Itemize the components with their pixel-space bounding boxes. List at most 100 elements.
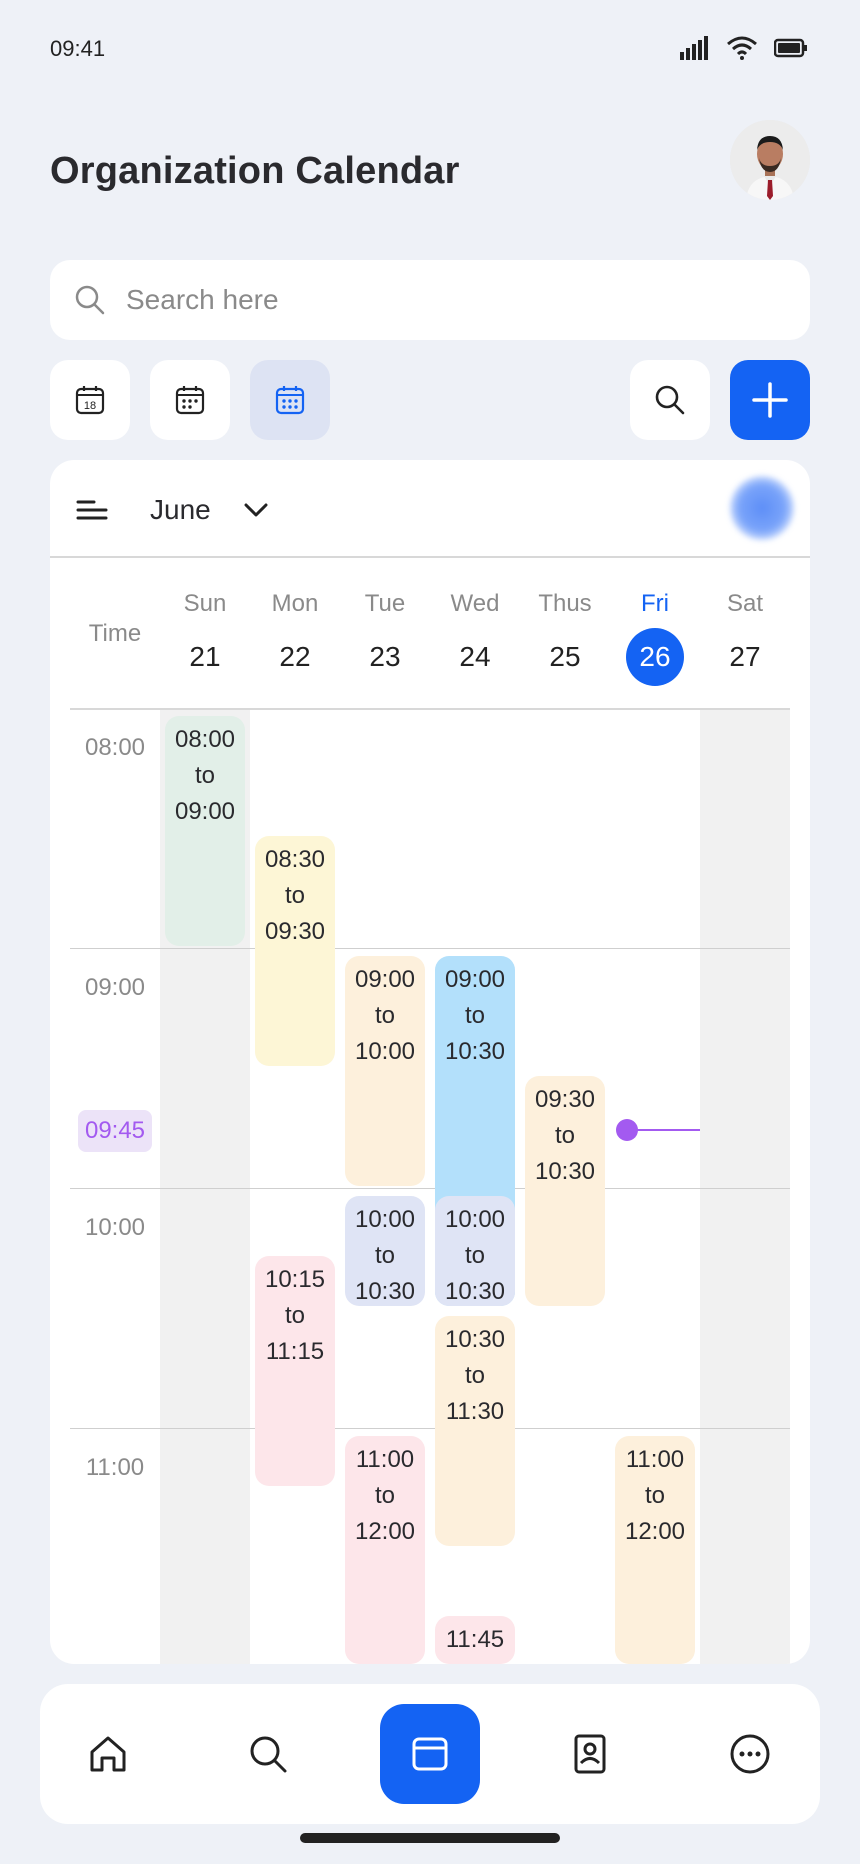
bottom-navigation	[40, 1684, 820, 1824]
event-end-time: 09:30	[264, 918, 326, 945]
day-number: 24	[459, 641, 491, 672]
time-column-header: Time	[88, 620, 142, 647]
event-to-label: to	[194, 762, 215, 789]
event-block[interactable]: 11:00 to 12:00	[615, 1436, 695, 1664]
find-event-button[interactable]	[630, 360, 710, 440]
hour-label: 08:00	[84, 734, 146, 761]
calendar-day-icon: 18	[75, 386, 105, 415]
current-time-label: 09:45	[78, 1110, 152, 1152]
avatar[interactable]	[730, 120, 810, 200]
calendar-header: June	[50, 460, 810, 558]
event-start-time: 11:00	[355, 1446, 415, 1473]
event-block[interactable]: 11:45	[435, 1616, 515, 1664]
day-name: Tue	[364, 590, 406, 617]
day-header-mon[interactable]: Mon 22	[250, 590, 340, 686]
nav-contacts[interactable]	[540, 1704, 640, 1804]
event-to-label: to	[464, 1242, 485, 1269]
day-name: Thus	[538, 590, 592, 617]
event-block[interactable]: 10:00 to 10:30	[435, 1196, 515, 1306]
battery-icon	[774, 38, 807, 58]
event-to-label: to	[374, 1482, 395, 1509]
hour-line	[70, 1188, 790, 1189]
day-header-fri[interactable]: Fri 26	[610, 590, 700, 686]
search-input[interactable]	[126, 284, 726, 316]
hour-label: 11:00	[85, 1454, 145, 1481]
hour-label: 10:00	[84, 1214, 146, 1241]
hour-label: 09:00	[84, 974, 146, 1001]
day-header-wed[interactable]: Wed 24	[430, 590, 520, 686]
day-name: Mon	[271, 590, 319, 617]
day-header-tue[interactable]: Tue 23	[340, 590, 430, 686]
nav-home[interactable]	[58, 1704, 158, 1804]
event-end-time: 10:30	[444, 1038, 506, 1065]
weekend-column-shade	[700, 710, 790, 1664]
plus-icon	[752, 382, 788, 418]
event-start-time: 09:00	[444, 966, 506, 993]
hour-line	[70, 1428, 790, 1429]
user-avatar-blurred[interactable]	[730, 476, 794, 540]
day-header-thus[interactable]: Thus 25	[520, 590, 610, 686]
event-end-time: 10:30	[354, 1278, 416, 1305]
event-end-time: 10:00	[354, 1038, 416, 1065]
event-to-label: to	[464, 1002, 485, 1029]
event-to-label: to	[464, 1362, 485, 1389]
event-start-time: 10:00	[444, 1206, 506, 1233]
day-number: 27	[729, 641, 761, 672]
event-start-time: 11:00	[625, 1446, 685, 1473]
event-block[interactable]: 10:15 to 11:15	[255, 1256, 335, 1486]
day-number: 23	[369, 641, 401, 672]
event-to-label: to	[644, 1482, 665, 1509]
calendar-icon	[412, 1737, 448, 1771]
page-title: Organization Calendar	[50, 150, 460, 192]
day-number: 25	[549, 641, 581, 672]
event-start-time: 08:00	[174, 726, 236, 753]
search-icon	[75, 285, 105, 315]
day-view-icon-number: 18	[84, 400, 96, 412]
search-icon	[250, 1736, 287, 1773]
week-view-button[interactable]	[250, 360, 330, 440]
event-end-time: 10:30	[444, 1278, 506, 1305]
day-view-button[interactable]: 18	[50, 360, 130, 440]
day-header-sun[interactable]: Sun 21	[160, 590, 250, 686]
chevron-down-icon[interactable]	[242, 496, 270, 524]
add-event-button[interactable]	[730, 360, 810, 440]
event-start-time: 10:15	[264, 1266, 326, 1293]
month-selector[interactable]: June	[150, 494, 211, 526]
event-block[interactable]: 09:00 to 10:00	[345, 956, 425, 1186]
day-header-sat[interactable]: Sat 27	[700, 590, 790, 686]
search-bar[interactable]	[50, 260, 810, 340]
hour-line	[70, 948, 790, 949]
day-number: 26	[626, 628, 684, 686]
event-end-time: 12:00	[624, 1518, 686, 1545]
event-block[interactable]: 10:00 to 10:30	[345, 1196, 425, 1306]
calendar-card: June Time Sun 21 Mon 22 Tue 23 Wed 24 Thus 25 Fri 2…	[50, 460, 810, 1664]
day-name: Wed	[450, 590, 500, 617]
month-view-button[interactable]	[150, 360, 230, 440]
home-indicator	[300, 1833, 560, 1843]
day-number: 22	[279, 641, 311, 672]
status-time: 09:41	[50, 36, 106, 61]
event-block[interactable]: 11:00 to 12:00	[345, 1436, 425, 1664]
event-block[interactable]: 08:00 to 09:00	[165, 716, 245, 946]
contact-book-icon	[574, 1734, 606, 1774]
event-block[interactable]: 08:30 to 09:30	[255, 836, 335, 1066]
nav-more[interactable]	[700, 1704, 800, 1804]
nav-calendar[interactable]	[380, 1704, 480, 1804]
event-end-time: 12:00	[354, 1518, 416, 1545]
nav-search[interactable]	[218, 1704, 318, 1804]
menu-icon[interactable]	[76, 498, 108, 522]
event-start-time: 09:00	[354, 966, 416, 993]
event-end-time: 09:00	[174, 798, 236, 825]
day-name: Sat	[726, 590, 764, 617]
event-block[interactable]: 10:30 to 11:30	[435, 1316, 515, 1546]
event-to-label: to	[374, 1242, 395, 1269]
day-number: 21	[189, 641, 221, 672]
calendar-month-icon	[175, 386, 205, 415]
status-icons	[680, 36, 808, 60]
day-name: Sun	[183, 590, 227, 617]
event-end-time: 11:30	[445, 1398, 505, 1425]
signal-icon	[680, 36, 708, 60]
event-end-time: 11:15	[265, 1338, 325, 1365]
event-start-time: 11:45	[445, 1626, 505, 1653]
event-block[interactable]: 09:30 to 10:30	[525, 1076, 605, 1306]
